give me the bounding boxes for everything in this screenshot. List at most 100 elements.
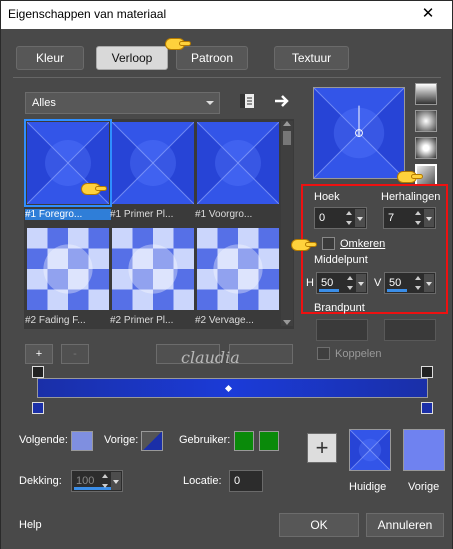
close-button[interactable]: ✕ bbox=[408, 4, 448, 25]
herhalingen-value: 7 bbox=[388, 212, 395, 224]
locatie-label: Locatie: bbox=[183, 475, 222, 487]
dekking-label: Dekking: bbox=[19, 475, 62, 487]
gradient-thumbnail[interactable] bbox=[197, 228, 279, 310]
gradient-thumbnail-label: #2 Fading F... bbox=[25, 315, 86, 326]
gradient-stop-top-left[interactable] bbox=[32, 366, 44, 378]
herhalingen-label: Herhalingen bbox=[381, 191, 441, 203]
tab-verloop[interactable]: Verloop bbox=[96, 46, 168, 70]
volgende-swatch[interactable] bbox=[71, 431, 93, 451]
omkeren-checkbox[interactable] bbox=[322, 237, 335, 250]
cancel-button[interactable]: Annuleren bbox=[366, 513, 444, 537]
h-spinner[interactable]: 50 bbox=[316, 272, 368, 294]
h-value: 50 bbox=[321, 277, 334, 289]
vorige-gradient-swatch[interactable] bbox=[141, 431, 163, 451]
window-title: Eigenschappen van materiaal bbox=[8, 7, 167, 21]
rectangular-style-button[interactable] bbox=[415, 110, 437, 132]
scroll-down-icon[interactable] bbox=[283, 320, 291, 325]
scroll-up-icon[interactable] bbox=[283, 121, 291, 126]
spin-up-icon[interactable] bbox=[415, 211, 421, 215]
spin-down-icon[interactable] bbox=[347, 286, 353, 290]
hoek-spinner[interactable]: 0 bbox=[314, 207, 367, 229]
dropdown-arrow-icon[interactable] bbox=[356, 274, 366, 292]
gradient-stop-bottom-left[interactable] bbox=[32, 402, 44, 414]
gradient-thumbnail[interactable] bbox=[112, 122, 194, 204]
category-value: Alles bbox=[32, 97, 56, 109]
scroll-thumb[interactable] bbox=[283, 131, 291, 145]
gebruiker-swatch-2[interactable] bbox=[259, 431, 279, 451]
spin-down-icon[interactable] bbox=[346, 221, 352, 225]
koppelen-label: Koppelen bbox=[335, 348, 382, 360]
watermark-text: claudia bbox=[181, 348, 240, 367]
gradient-preview[interactable] bbox=[313, 87, 405, 179]
hoek-label: Hoek bbox=[314, 191, 340, 203]
dropdown-arrow-icon[interactable] bbox=[424, 274, 434, 292]
pointing-hand-icon bbox=[161, 36, 191, 52]
gebruiker-swatch-1[interactable] bbox=[234, 431, 254, 451]
gallery-scrollbar[interactable] bbox=[281, 121, 293, 326]
category-dropdown[interactable]: Alles bbox=[25, 92, 220, 114]
sunburst-style-button[interactable] bbox=[415, 137, 437, 159]
dropdown-arrow-icon[interactable] bbox=[355, 209, 365, 227]
v-value: 50 bbox=[389, 277, 402, 289]
omkeren-label: Omkeren bbox=[340, 238, 386, 250]
huidige-label: Huidige bbox=[349, 481, 387, 493]
pointing-hand-icon bbox=[393, 169, 423, 185]
chevron-down-icon bbox=[206, 101, 214, 105]
spin-down-icon[interactable] bbox=[415, 221, 421, 225]
dropdown-arrow-icon[interactable] bbox=[111, 472, 121, 490]
koppelen-checkbox[interactable] bbox=[317, 347, 330, 360]
herhalingen-spinner[interactable]: 7 bbox=[383, 207, 436, 229]
spin-down-icon[interactable] bbox=[415, 286, 421, 290]
v-spinner[interactable]: 50 bbox=[384, 272, 436, 294]
add-to-swatches-button[interactable]: + bbox=[307, 433, 337, 463]
gradient-stop-top-right[interactable] bbox=[421, 366, 433, 378]
locatie-value: 0 bbox=[234, 475, 241, 487]
book-icon[interactable] bbox=[237, 91, 257, 111]
brandpunt-h-spinner[interactable] bbox=[316, 319, 368, 341]
help-link[interactable]: Help bbox=[19, 519, 42, 531]
spin-up-icon[interactable] bbox=[347, 276, 353, 280]
tab-kleur[interactable]: Kleur bbox=[16, 46, 84, 70]
gradient-thumbnail-label: #2 Primer Pl... bbox=[110, 315, 174, 326]
locatie-field[interactable]: 0 bbox=[229, 470, 263, 492]
h-label: H bbox=[306, 277, 314, 289]
v-label: V bbox=[374, 277, 382, 289]
tab-separator bbox=[13, 77, 441, 78]
hoek-value: 0 bbox=[319, 212, 326, 224]
gradient-thumbnail[interactable] bbox=[197, 122, 279, 204]
brandpunt-v-spinner[interactable] bbox=[384, 319, 436, 341]
gradient-thumbnail-label: #1 Foregro... bbox=[25, 209, 111, 220]
dekking-spinner[interactable]: 100 bbox=[71, 470, 123, 492]
gradient-thumbnail-label: #2 Vervage... bbox=[195, 315, 254, 326]
pointing-hand-icon bbox=[77, 181, 107, 197]
gradient-thumbnail-label: #1 Primer Pl... bbox=[110, 209, 174, 220]
gradient-thumbnail-label: #1 Voorgro... bbox=[195, 209, 253, 220]
vorige-swatch-label: Vorige bbox=[408, 481, 440, 493]
material-properties-dialog: Eigenschappen van materiaal ✕ Kleur Verl… bbox=[0, 0, 453, 549]
dekking-value: 100 bbox=[76, 475, 95, 487]
brandpunt-label: Brandpunt bbox=[314, 302, 365, 314]
ok-button[interactable]: OK bbox=[279, 513, 359, 537]
arrow-right-icon[interactable] bbox=[272, 91, 292, 111]
gradient-thumbnail[interactable] bbox=[27, 228, 109, 310]
middelpunt-label: Middelpunt bbox=[314, 254, 368, 266]
spin-down-icon[interactable] bbox=[102, 484, 108, 488]
watermark-logo: claudia bbox=[149, 346, 279, 391]
spin-up-icon[interactable] bbox=[415, 276, 421, 280]
add-gradient-button[interactable]: + bbox=[25, 344, 53, 364]
huidige-swatch[interactable] bbox=[349, 429, 391, 471]
vorige-label: Vorige: bbox=[104, 434, 139, 446]
pointing-hand-icon bbox=[287, 237, 317, 253]
volgende-label: Volgende: bbox=[19, 434, 68, 446]
gradient-thumbnail[interactable] bbox=[112, 228, 194, 310]
dropdown-arrow-icon[interactable] bbox=[424, 209, 434, 227]
remove-gradient-button[interactable]: - bbox=[61, 344, 89, 364]
tab-textuur[interactable]: Textuur bbox=[274, 46, 349, 70]
title-bar: Eigenschappen van materiaal ✕ bbox=[1, 1, 452, 29]
spin-up-icon[interactable] bbox=[102, 474, 108, 478]
gebruiker-label: Gebruiker: bbox=[179, 434, 231, 446]
vorige-material-swatch[interactable] bbox=[403, 429, 445, 471]
gradient-stop-bottom-right[interactable] bbox=[421, 402, 433, 414]
linear-style-button[interactable] bbox=[415, 83, 437, 105]
spin-up-icon[interactable] bbox=[346, 211, 352, 215]
